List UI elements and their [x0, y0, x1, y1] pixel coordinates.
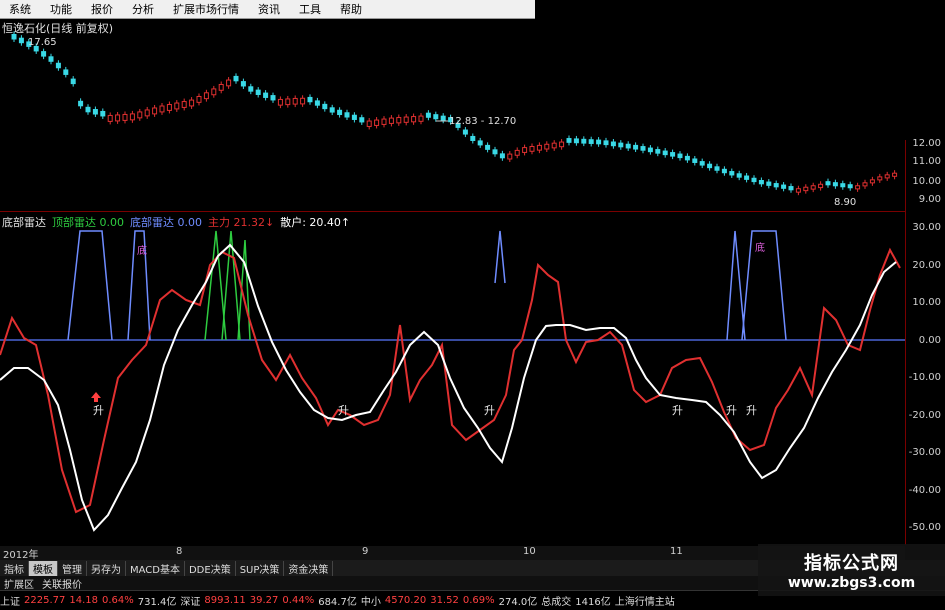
- bottom-marker: 底: [137, 244, 147, 257]
- indicator-tab[interactable]: 另存为: [87, 560, 126, 576]
- indicator-tick: -50.00: [908, 522, 941, 533]
- price-axis: 12.00 11.00 10.00 9.00: [903, 130, 945, 210]
- indicator-tab[interactable]: DDE决策: [185, 560, 236, 576]
- watermark: 指标公式网 www.zbgs3.com: [758, 544, 945, 596]
- indicator-tab[interactable]: 资金决策: [284, 560, 334, 576]
- status-field: 8993.11: [204, 595, 246, 606]
- rise-signal: 升: [726, 404, 737, 417]
- time-label: 10: [523, 546, 536, 557]
- legend-item: 主力 21.32↓: [208, 216, 275, 229]
- rise-signal: 升: [93, 404, 104, 417]
- indicator-axis: 30.00 20.00 10.00 0.00 -10.00 -20.00 -30.00 -40…: [903, 222, 945, 542]
- price-tick: 10.00: [912, 176, 941, 187]
- bottom-radar-signal: [67, 230, 113, 341]
- status-field: 684.7亿: [318, 597, 357, 608]
- legend-item: 底部雷达: [2, 216, 46, 229]
- indicator-tick: 30.00: [912, 222, 941, 233]
- indicator-tick: -20.00: [908, 409, 941, 421]
- indicator-tab[interactable]: MACD基本: [126, 560, 185, 576]
- status-field: 14.18: [69, 595, 98, 606]
- watermark-url: www.zbgs3.com: [787, 575, 916, 591]
- tab-extension-area[interactable]: 扩展区: [0, 576, 38, 591]
- rise-signal: 升: [338, 404, 349, 417]
- time-label: 2012年: [3, 550, 39, 561]
- status-field: 4570.20: [384, 595, 427, 606]
- price-tick: 12.00: [912, 138, 941, 149]
- indicator-legend: 底部雷达 顶部雷达 0.00 底部雷达 0.00 主力 21.32↓ 散户: 20.40…: [2, 214, 350, 230]
- watermark-title: 指标公式网: [804, 553, 899, 574]
- indicator-tick: 10.00: [912, 297, 941, 308]
- indicator-chart[interactable]: 底底升升升升升升: [0, 0, 905, 545]
- status-field: 31.52: [430, 595, 459, 606]
- price-tick: 11.00: [912, 156, 941, 167]
- time-label: 8: [176, 546, 183, 557]
- indicator-tick: -30.00: [908, 447, 941, 458]
- status-field: 39.27: [249, 595, 279, 606]
- rise-signal: 升: [484, 404, 495, 417]
- bottom-marker: 底: [755, 241, 765, 254]
- status-field: 深证: [180, 597, 201, 608]
- indicator-tab[interactable]: 模板: [29, 560, 58, 576]
- indicator-tab[interactable]: 管理: [58, 560, 87, 576]
- legend-item: 散户: 20.40↑: [280, 216, 351, 229]
- top-radar-signal: [237, 239, 251, 341]
- status-field: 0.64%: [102, 595, 134, 606]
- indicator-tick: -10.00: [908, 372, 941, 383]
- status-field: 中小: [360, 597, 381, 608]
- status-field: 274.0亿: [498, 597, 538, 608]
- main-force-line: [0, 247, 901, 514]
- legend-item: 底部雷达 0.00: [130, 216, 202, 229]
- indicator-tab[interactable]: SUP决策: [236, 560, 285, 576]
- status-field: 1416亿: [575, 597, 611, 608]
- status-field: 0.44%: [282, 595, 315, 606]
- time-label: 11: [670, 546, 683, 557]
- status-field: 731.4亿: [137, 597, 177, 608]
- indicator-tick: 0.00: [918, 334, 941, 346]
- status-field: 0.69%: [462, 595, 495, 606]
- indicator-tick: -40.00: [908, 484, 941, 496]
- status-field: 上海行情主站: [614, 597, 675, 608]
- legend-item: 顶部雷达 0.00: [52, 216, 124, 229]
- status-field: 上证: [0, 597, 20, 608]
- rise-signal: 升: [672, 404, 683, 417]
- status-field: 总成交: [541, 597, 572, 608]
- rise-signal: 升: [746, 404, 757, 417]
- bottom-radar-signal: [494, 230, 506, 284]
- indicator-tab[interactable]: 指标: [0, 560, 29, 576]
- indicator-tick: 20.00: [912, 259, 941, 271]
- up-arrow-icon: [91, 392, 101, 402]
- bottom-radar-signal: [726, 230, 746, 341]
- status-field: 2225.77: [24, 595, 66, 606]
- tab-related-quotes[interactable]: 关联报价: [38, 576, 86, 591]
- time-label: 9: [362, 546, 369, 557]
- price-tick: 9.00: [918, 194, 941, 205]
